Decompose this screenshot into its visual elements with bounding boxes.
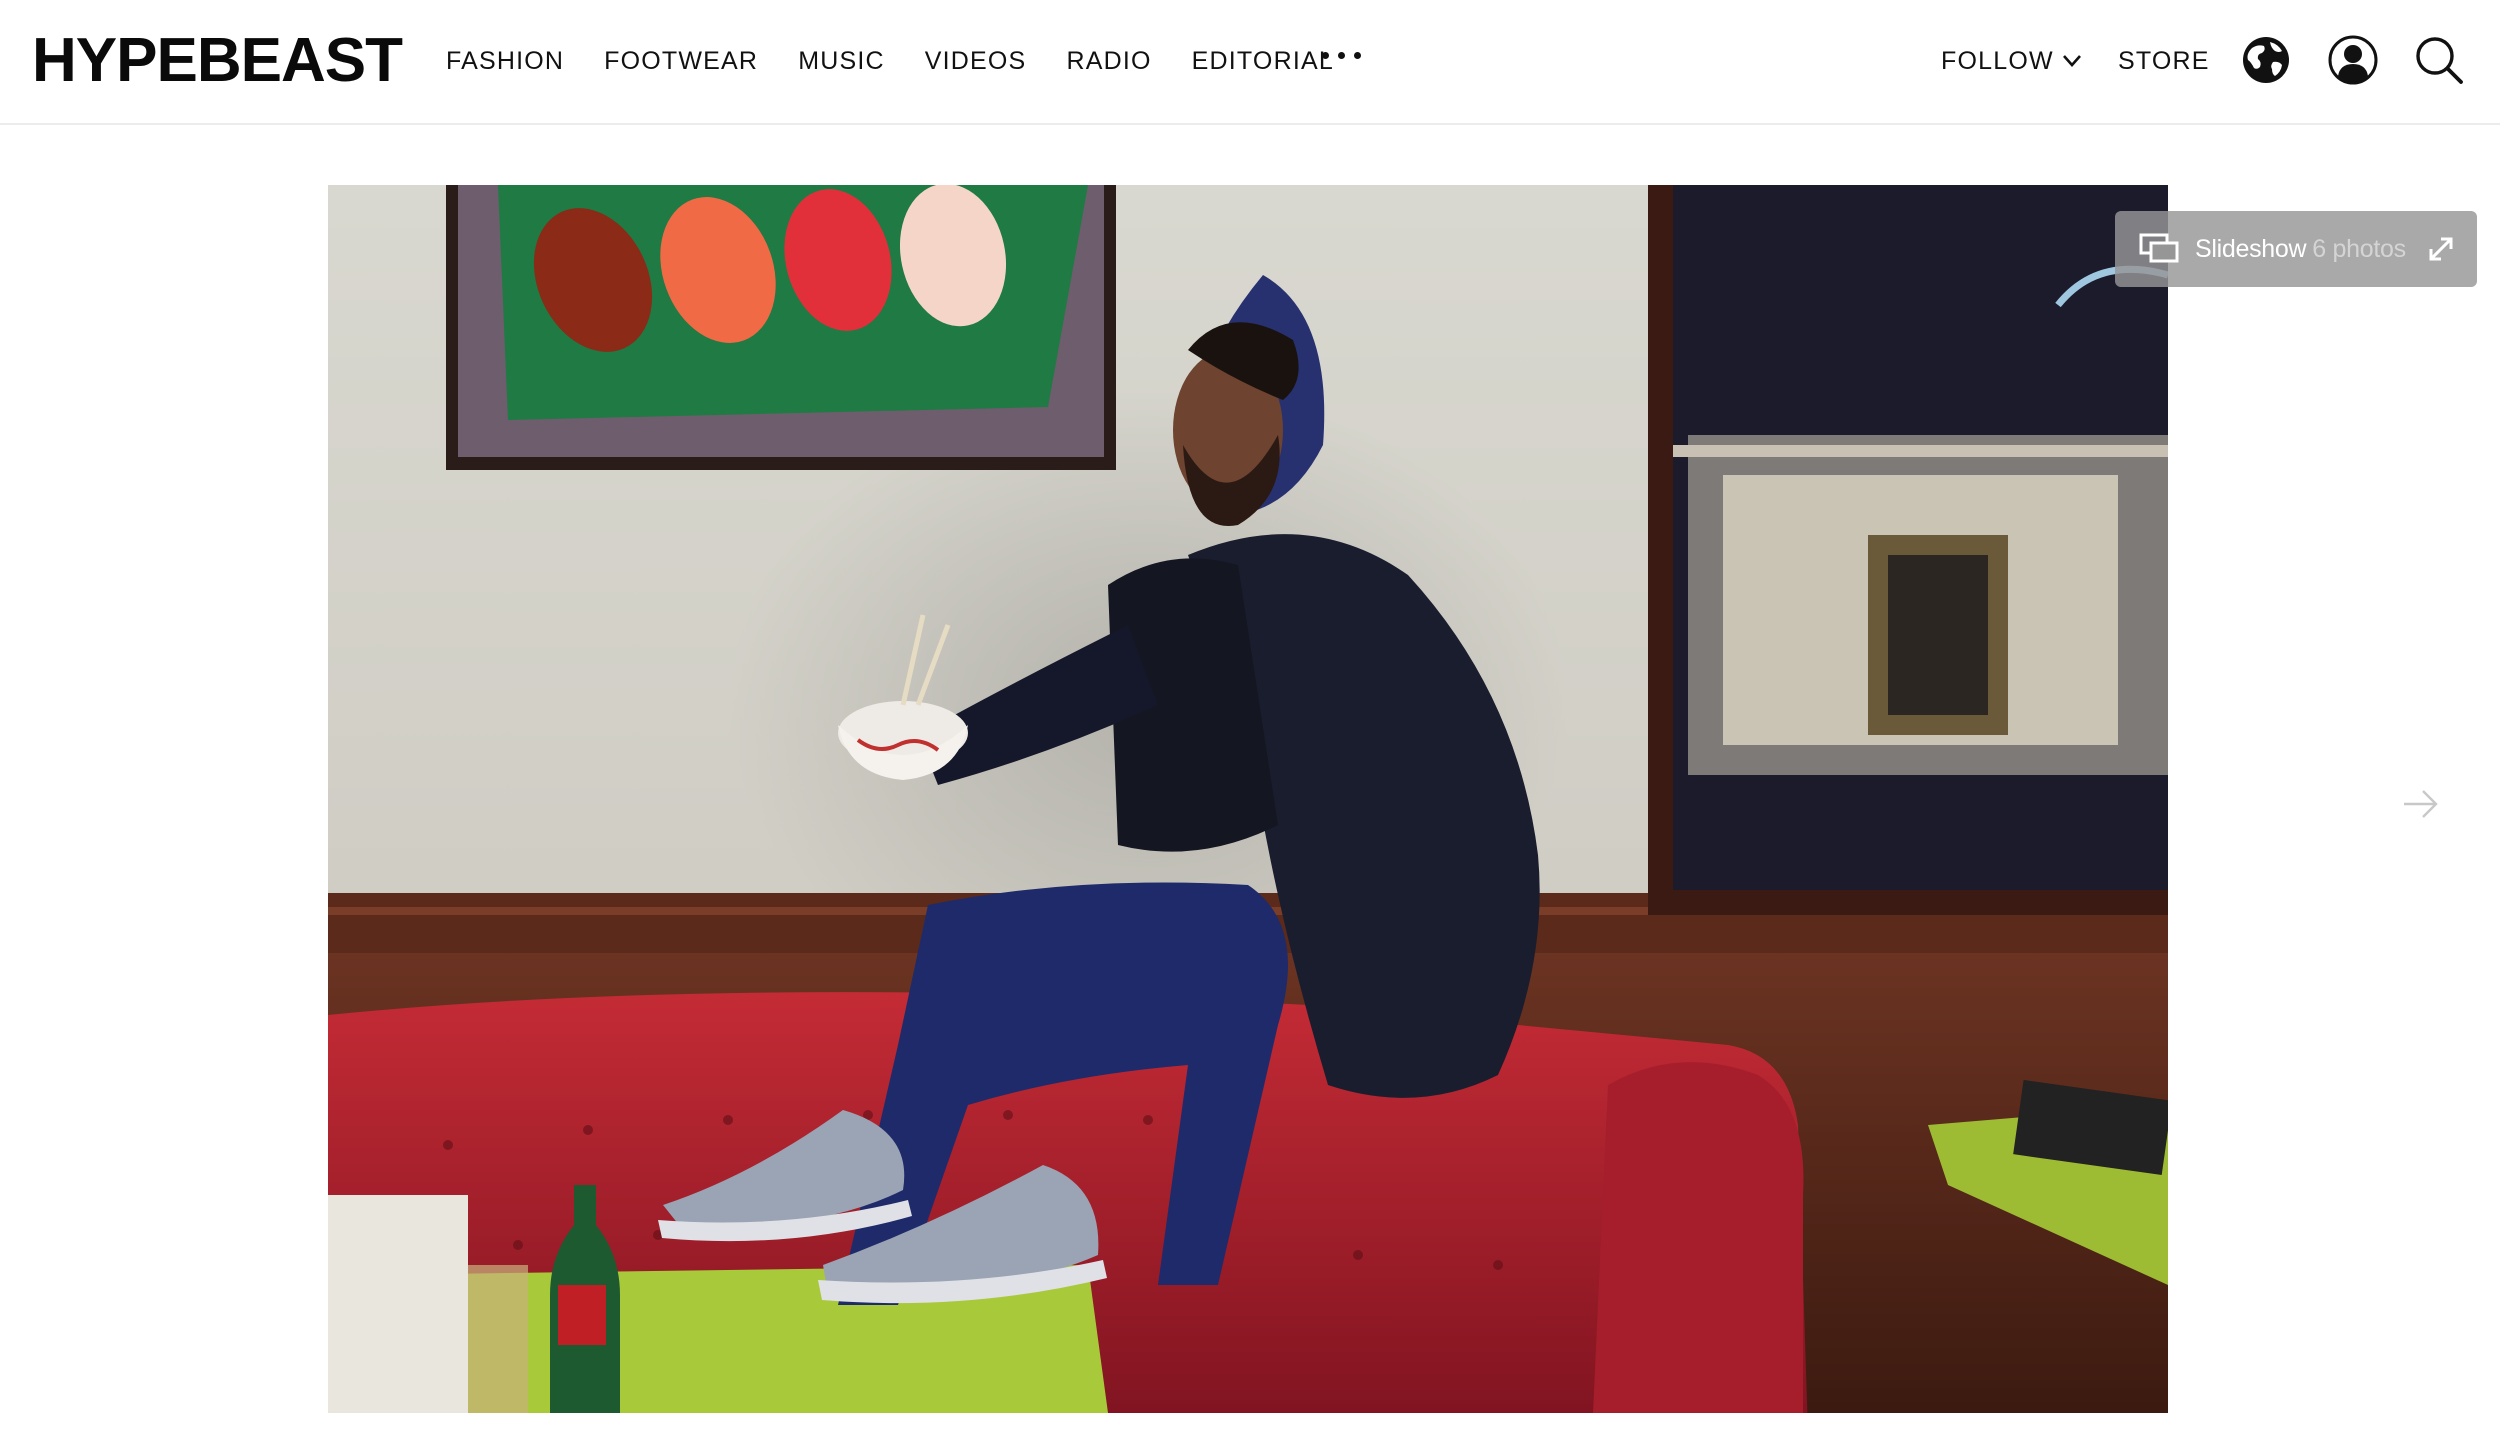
nav-item-radio[interactable]: RADIO (1066, 44, 1151, 78)
store-link[interactable]: STORE (2118, 44, 2210, 78)
slideshow-photo-count: 6 photos (2312, 234, 2406, 263)
chevron-down-icon (2062, 55, 2081, 67)
nav-item-music[interactable]: MUSIC (798, 44, 885, 78)
nav-item-editorial[interactable]: EDITORIAL (1192, 44, 1334, 78)
nav-item-videos[interactable]: VIDEOS (925, 44, 1027, 78)
ellipsis-icon[interactable] (1322, 52, 1361, 59)
search-icon[interactable] (2413, 34, 2465, 86)
slideshow-button[interactable]: Slideshow 6 photos (2115, 211, 2477, 287)
nav-item-footwear[interactable]: FOOTWEAR (604, 44, 758, 78)
nav-item-fashion[interactable]: FASHION (446, 44, 564, 78)
follow-label: FOLLOW (1941, 47, 2054, 75)
follow-menu[interactable]: FOLLOW (1941, 44, 2082, 78)
arrow-right-icon[interactable] (2402, 788, 2440, 820)
primary-nav: FASHION FOOTWEAR MUSIC VIDEOS RADIO EDIT… (446, 44, 1374, 78)
slideshow-label: Slideshow (2195, 234, 2307, 263)
globe-icon[interactable] (2240, 34, 2292, 86)
slideshow-icon (2139, 233, 2179, 263)
user-icon[interactable] (2327, 34, 2379, 86)
top-navigation-bar: HYPEBEAST FASHION FOOTWEAR MUSIC VIDEOS … (0, 0, 2500, 125)
photo-scene (328, 185, 2168, 1413)
expand-icon[interactable] (2427, 235, 2455, 263)
article-hero-image[interactable] (328, 185, 2168, 1413)
site-logo[interactable]: HYPEBEAST (32, 28, 403, 94)
